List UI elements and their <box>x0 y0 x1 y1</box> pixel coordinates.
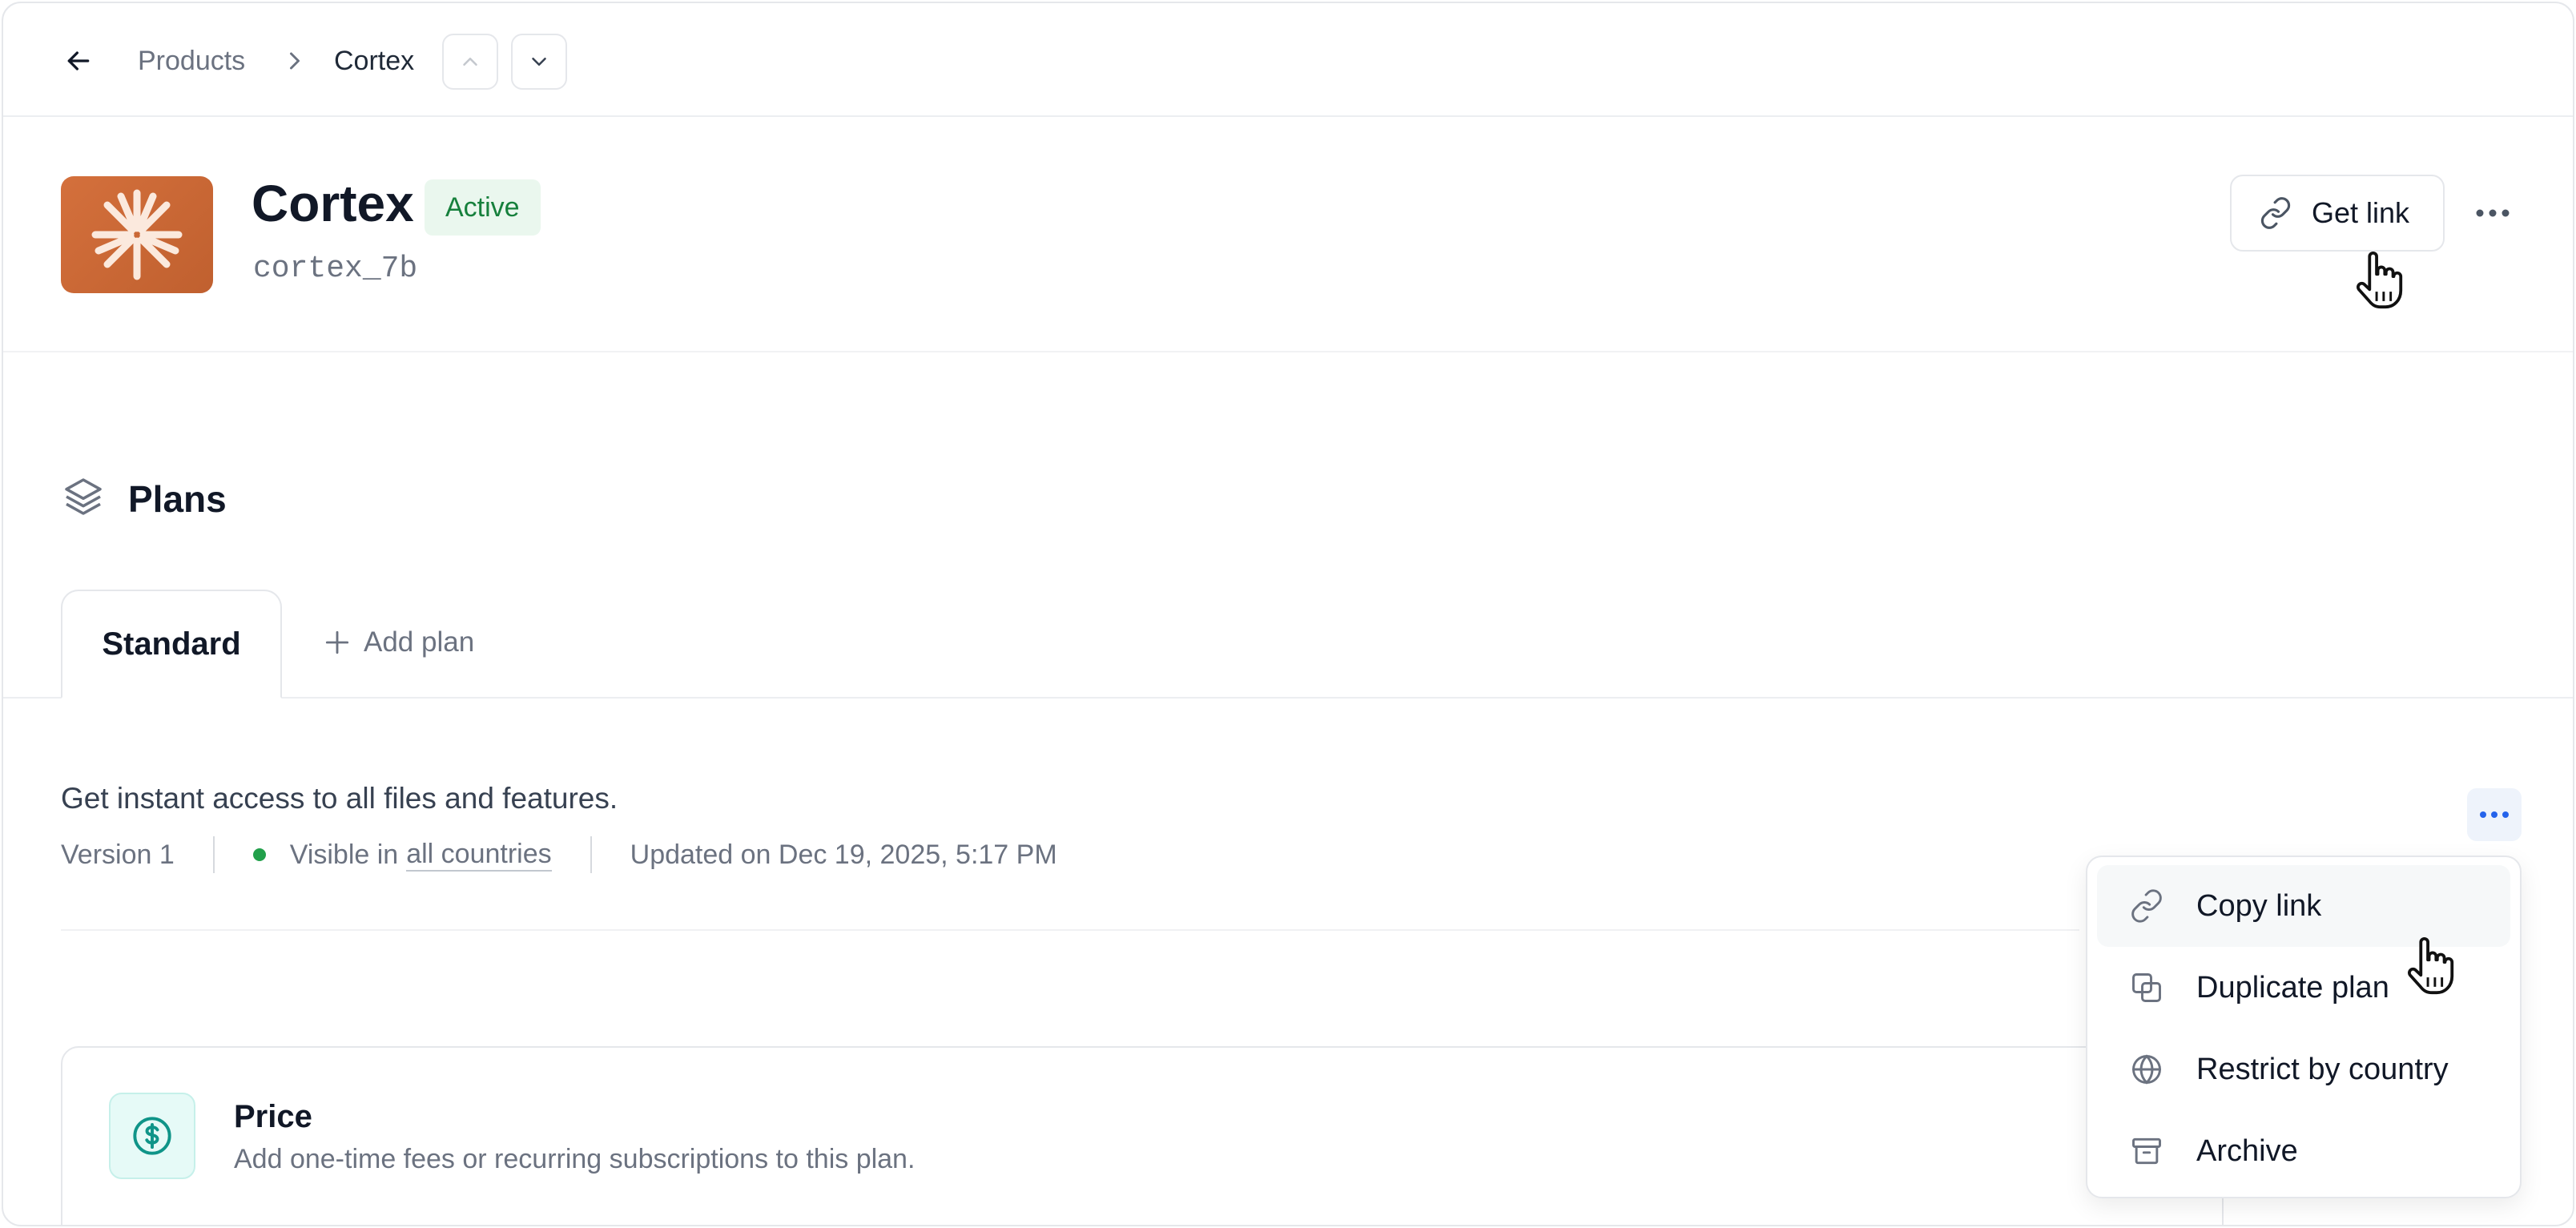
visibility-status-dot <box>252 848 266 861</box>
previous-product-button[interactable] <box>442 34 498 90</box>
visibility-prefix: Visible in <box>289 839 399 870</box>
menu-item-archive[interactable]: Archive <box>2097 1110 2510 1192</box>
next-product-button[interactable] <box>511 34 567 90</box>
hand-cursor-icon <box>2408 936 2454 995</box>
plus-icon <box>325 630 349 654</box>
price-subtitle: Add one-time fees or recurring subscript… <box>234 1144 916 1174</box>
plans-heading: Plans <box>128 478 227 520</box>
plan-meta: Version 1 Visible in all countries Updat… <box>61 836 1057 873</box>
meta-divider <box>212 836 215 873</box>
hand-cursor-icon <box>2357 251 2403 309</box>
product-more-button[interactable] <box>2470 194 2515 232</box>
menu-item-label: Duplicate plan <box>2196 970 2389 1005</box>
dollar-circle-icon <box>133 1117 171 1155</box>
chevron-up-icon <box>463 58 477 66</box>
status-badge: Active <box>425 179 541 236</box>
app-window: Products Cortex Cortex Active cortex_7b … <box>2 2 2574 1226</box>
get-link-label: Get link <box>2312 196 2410 229</box>
product-header: Cortex Active cortex_7b Get link <box>3 117 2573 352</box>
link-icon <box>2131 889 2162 923</box>
price-card[interactable]: Price Add one-time fees or recurring sub… <box>61 1046 2224 1225</box>
price-icon-box <box>109 1093 195 1179</box>
tab-standard[interactable]: Standard <box>61 590 282 699</box>
breadcrumb-products-link[interactable]: Products <box>138 45 245 77</box>
arrow-left-icon <box>67 51 90 70</box>
link-icon <box>2260 197 2291 229</box>
chevron-down-icon <box>532 58 546 66</box>
price-title: Price <box>234 1099 312 1134</box>
globe-icon <box>2132 1054 2161 1085</box>
top-bar: Products Cortex <box>3 3 2573 117</box>
plan-description: Get instant access to all files and feat… <box>61 782 618 815</box>
breadcrumb-current: Cortex <box>334 46 415 76</box>
get-link-button[interactable]: Get link <box>2230 175 2445 252</box>
menu-item-label: Archive <box>2196 1133 2298 1168</box>
add-plan-label: Add plan <box>364 626 475 658</box>
meta-divider <box>590 836 592 873</box>
plan-divider <box>61 929 2079 931</box>
more-horizontal-icon <box>2476 209 2510 217</box>
chevron-right-icon <box>290 52 300 70</box>
starburst-icon <box>91 189 183 280</box>
plan-version: Version 1 <box>61 839 175 870</box>
plan-actions-menu: Copy link Duplicate plan Restrict by cou… <box>2086 856 2522 1198</box>
product-logo <box>61 176 213 293</box>
menu-item-label: Restrict by country <box>2196 1052 2449 1086</box>
tabs-divider <box>3 697 2573 699</box>
duplicate-icon <box>2132 973 2161 1002</box>
plan-updated: Updated on Dec 19, 2025, 5:17 PM <box>630 839 1057 870</box>
product-title: Cortex <box>252 175 414 232</box>
back-button[interactable] <box>59 43 98 79</box>
more-horizontal-icon <box>2480 811 2509 818</box>
product-slug: cortex_7b <box>253 252 418 286</box>
all-countries-link[interactable]: all countries <box>406 839 552 872</box>
add-plan-button[interactable]: Add plan <box>322 622 474 663</box>
plan-more-button[interactable] <box>2467 788 2522 841</box>
menu-item-label: Copy link <box>2196 888 2322 923</box>
menu-item-restrict-by-country[interactable]: Restrict by country <box>2097 1029 2510 1110</box>
archive-icon <box>2132 1137 2161 1165</box>
layers-icon <box>65 478 102 515</box>
